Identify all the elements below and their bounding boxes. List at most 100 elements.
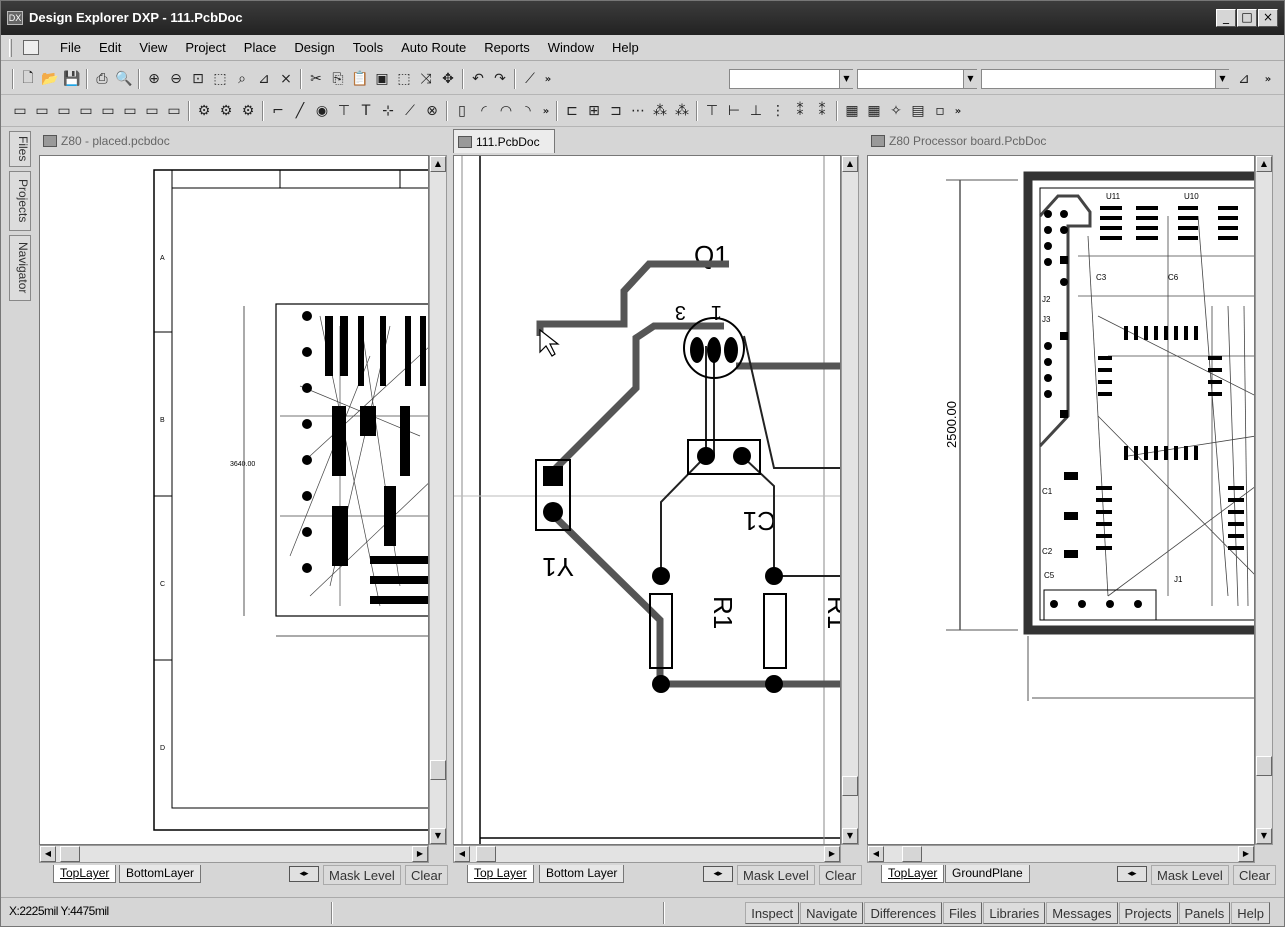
chevron-down-icon[interactable]: ▼ (963, 70, 977, 88)
deselect-icon[interactable]: ⤨ (415, 68, 437, 90)
scroll-thumb[interactable] (60, 846, 80, 862)
tab-111-pcbdoc[interactable]: 111.PcbDoc (453, 129, 555, 153)
component-class-combo[interactable]: ▼ (857, 69, 977, 89)
navigator-panel-tab[interactable]: Navigator (9, 235, 31, 301)
scroll-down-arrow-icon[interactable]: ▼ (1256, 828, 1272, 844)
layer-tab-top[interactable]: TopLayer (53, 865, 117, 883)
chevron-down-icon[interactable]: ▼ (1215, 70, 1229, 88)
mask-level-button[interactable]: Mask Level (323, 865, 401, 885)
tool-icon[interactable]: ▭ (31, 100, 53, 122)
tool-icon[interactable]: ▭ (9, 100, 31, 122)
zoom-in-icon[interactable]: ⊕ (143, 68, 165, 90)
title-bar[interactable]: DX Design Explorer DXP - 111.PcbDoc _ □ … (1, 1, 1284, 35)
place-coordinate-icon[interactable]: ⊹ (377, 100, 399, 122)
place-line-icon[interactable]: ╱ (289, 100, 311, 122)
scroll-left-arrow-icon[interactable]: ◀ (454, 846, 470, 862)
arc-edge-icon[interactable]: ◜ (473, 100, 495, 122)
menu-grip-handle[interactable] (9, 39, 12, 57)
paste-icon[interactable]: 📋 (349, 68, 371, 90)
menu-place[interactable]: Place (235, 40, 286, 55)
panels-button[interactable]: Panels (1178, 902, 1231, 924)
files-panel-tab[interactable]: Files (9, 131, 31, 167)
pcb-canvas-right[interactable]: 2500.00 U11 U10 C3 C6 J2 J3 C1 C2 C5 J1 (867, 155, 1255, 845)
layer-tab-ground-plane[interactable]: GroundPlane (945, 865, 1030, 883)
place-via-icon[interactable]: ◉ (311, 100, 333, 122)
menu-window[interactable]: Window (539, 40, 603, 55)
files-button[interactable]: Files (942, 902, 983, 924)
scroll-up-arrow-icon[interactable]: ▲ (430, 156, 446, 172)
scroll-down-arrow-icon[interactable]: ▼ (430, 828, 446, 844)
menu-reports[interactable]: Reports (475, 40, 539, 55)
pcb-canvas-left[interactable]: A B C D 3640.00 (39, 155, 429, 845)
place-pad-icon[interactable]: ⊤ (333, 100, 355, 122)
undo-icon[interactable]: ↶ (467, 68, 489, 90)
vertical-scrollbar-center[interactable]: ▲ ▼ (841, 155, 859, 845)
mask-level-button[interactable]: Mask Level (737, 865, 815, 885)
tool-icon[interactable]: ▭ (97, 100, 119, 122)
redo-icon[interactable]: ↷ (489, 68, 511, 90)
vertical-scrollbar-left[interactable]: ▲ ▼ (429, 155, 447, 845)
net-filter-combo[interactable]: ▼ (981, 69, 1229, 89)
spacing-alt-icon[interactable]: ⁂ (671, 100, 693, 122)
rubber-stamp-icon[interactable]: ▣ (371, 68, 393, 90)
clear-button[interactable]: Clear (819, 865, 863, 885)
scroll-thumb[interactable] (842, 776, 858, 796)
scroll-down-arrow-icon[interactable]: ▼ (842, 828, 858, 844)
tool-icon[interactable]: ▭ (119, 100, 141, 122)
tool-icon[interactable]: ▭ (163, 100, 185, 122)
print-preview-icon[interactable]: 🔍 (113, 68, 135, 90)
messages-button[interactable]: Messages (1046, 902, 1118, 924)
projects-button[interactable]: Projects (1118, 902, 1178, 924)
horizontal-scrollbar-right[interactable]: ◀ ▶ (867, 845, 1255, 863)
snap-icon[interactable]: ✧ (885, 100, 907, 122)
layer-set-combo[interactable]: ▼ (729, 69, 853, 89)
toolbar-grip[interactable] (12, 69, 14, 89)
menu-design[interactable]: Design (285, 40, 343, 55)
scroll-right-arrow-icon[interactable]: ▶ (1238, 846, 1254, 862)
tool-icon[interactable]: ⚙ (237, 100, 259, 122)
align-bottom-icon[interactable]: ⊥ (745, 100, 767, 122)
arc-any-icon[interactable]: ◝ (517, 100, 539, 122)
tool-icon[interactable]: ⚙ (193, 100, 215, 122)
align-top-icon[interactable]: ⊤ (701, 100, 723, 122)
toolbar-overflow-icon[interactable]: » (951, 100, 965, 122)
chevron-down-icon[interactable]: ▼ (839, 70, 853, 88)
scroll-up-arrow-icon[interactable]: ▲ (1256, 156, 1272, 172)
component-icon[interactable]: ▤ (907, 100, 929, 122)
vertical-spacing-icon[interactable]: ⁑ (789, 100, 811, 122)
scroll-thumb[interactable] (430, 760, 446, 780)
place-room-icon[interactable]: ▯ (451, 100, 473, 122)
layer-scroll-arrows-icon[interactable]: ◂▸ (703, 866, 733, 882)
menu-edit[interactable]: Edit (90, 40, 130, 55)
interactive-route-icon[interactable]: ⌐ (267, 100, 289, 122)
scroll-thumb[interactable] (476, 846, 496, 862)
menu-auto-route[interactable]: Auto Route (392, 40, 475, 55)
place-dimension-icon[interactable]: ⟋ (399, 100, 421, 122)
print-icon[interactable]: ⎙ (91, 68, 113, 90)
inspect-button[interactable]: Inspect (745, 902, 800, 924)
component-small-icon[interactable]: ▫ (929, 100, 951, 122)
new-document-icon[interactable]: 🗋 (17, 68, 39, 90)
vertical-scrollbar-right[interactable]: ▲ ▼ (1255, 155, 1273, 845)
layer-tab-bottom[interactable]: Bottom Layer (539, 865, 625, 883)
scroll-thumb[interactable] (1256, 756, 1272, 776)
align-middle-icon[interactable]: ⊢ (723, 100, 745, 122)
grid-align-icon[interactable]: ▦ (841, 100, 863, 122)
cross-probe-icon[interactable]: ⟋ (519, 68, 541, 90)
tool-icon[interactable]: ▭ (75, 100, 97, 122)
scroll-right-arrow-icon[interactable]: ▶ (824, 846, 840, 862)
tab-z80-placed[interactable]: Z80 - placed.pcbdoc (39, 129, 170, 153)
horizontal-scrollbar-center[interactable]: ◀ ▶ (453, 845, 841, 863)
layer-tab-top[interactable]: TopLayer (881, 865, 945, 883)
libraries-button[interactable]: Libraries (983, 902, 1046, 924)
tool-icon[interactable]: ⚙ (215, 100, 237, 122)
maximize-button[interactable]: □ (1237, 9, 1257, 27)
scroll-up-arrow-icon[interactable]: ▲ (842, 156, 858, 172)
apply-filter-icon[interactable]: ⊿ (1233, 68, 1255, 90)
tool-icon[interactable]: ▭ (141, 100, 163, 122)
toolbar-overflow-icon[interactable]: » (1261, 68, 1275, 90)
menu-project[interactable]: Project (176, 40, 234, 55)
scroll-right-arrow-icon[interactable]: ▶ (412, 846, 428, 862)
zoom-fit-icon[interactable]: ⊡ (187, 68, 209, 90)
tab-z80-processor-board[interactable]: Z80 Processor board.PcbDoc (867, 129, 1046, 153)
